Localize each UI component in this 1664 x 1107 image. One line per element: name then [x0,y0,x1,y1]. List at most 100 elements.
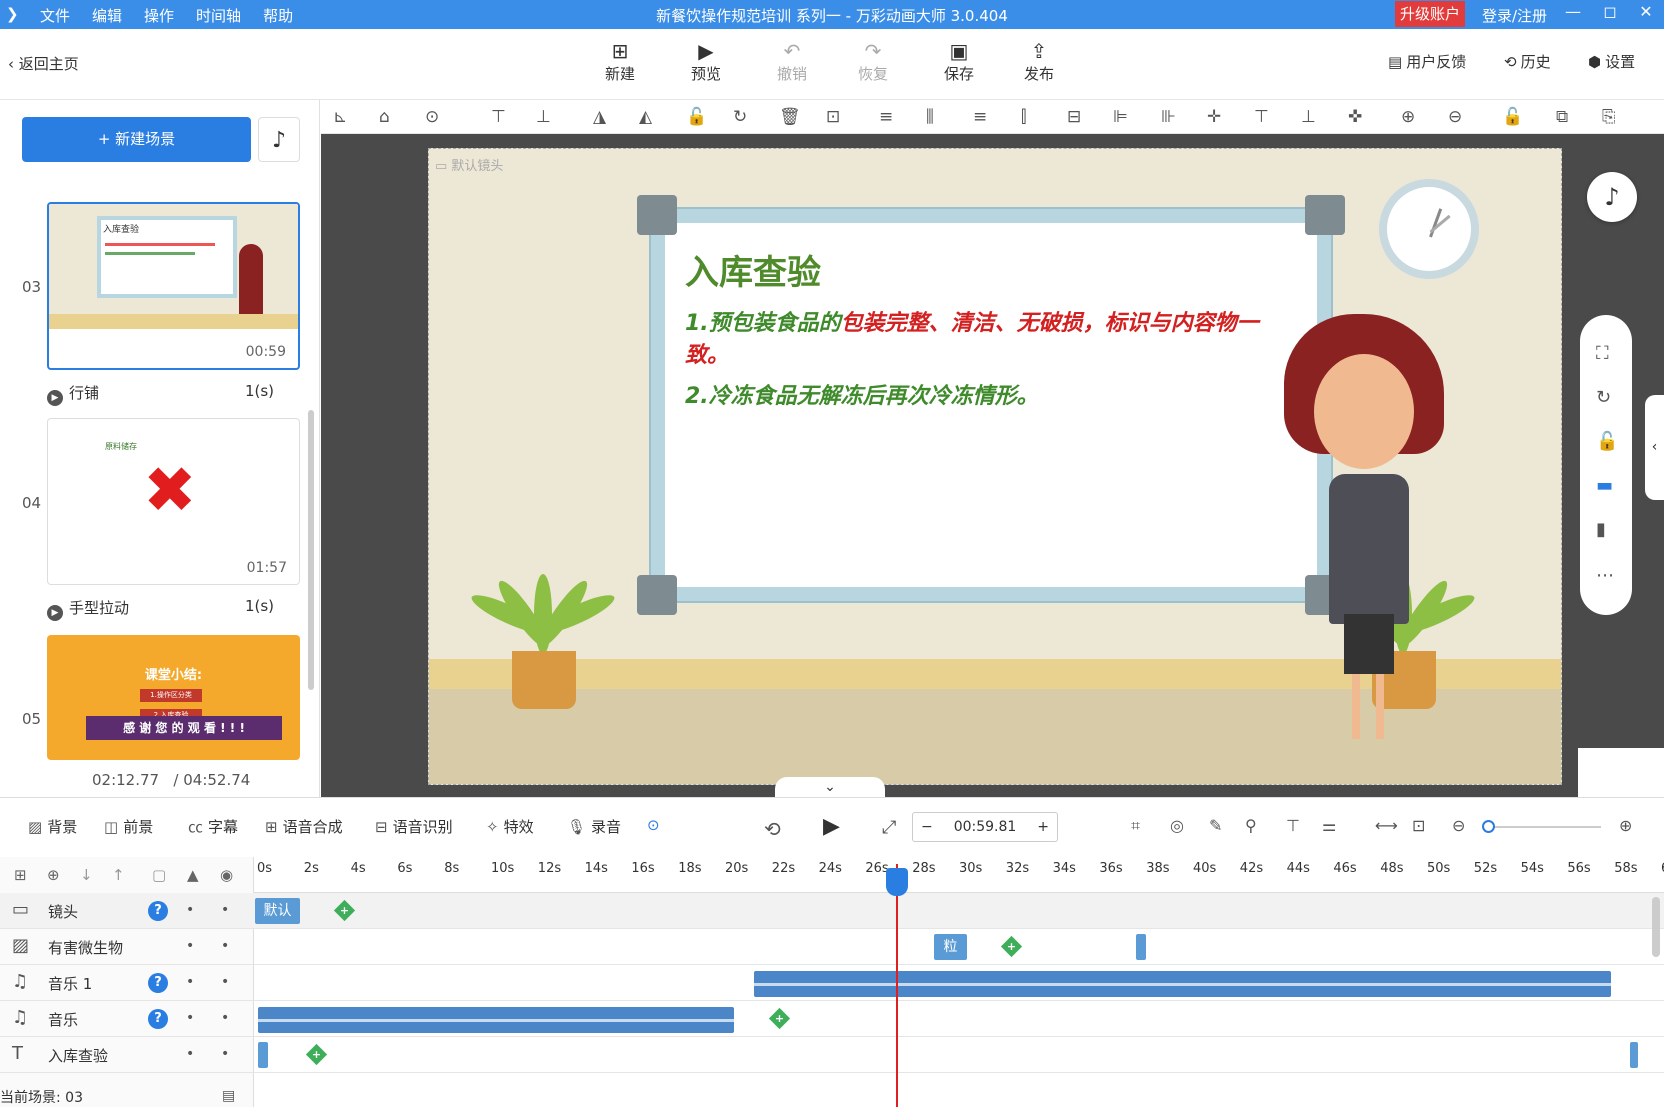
add-keyframe-icon[interactable]: + [1000,935,1023,958]
expand-icon[interactable]: ⤢ [882,817,896,838]
stage[interactable]: ▭ 默认镜头 入库查验 1.预包装食品的包装完整、清洁、无破损，标识与内容物一致… [428,148,1562,785]
new-button[interactable]: ⊞ 新建 [590,39,650,84]
lock-dot[interactable]: • [221,938,229,954]
character-teacher[interactable] [1284,314,1454,744]
visibility-dot[interactable]: • [186,902,194,918]
eye-icon[interactable]: ◉ [220,866,233,884]
lock-dot[interactable]: • [221,902,229,918]
zoom-in-icon[interactable]: ⊕ [1619,816,1632,835]
align-left-icon[interactable]: ≡ [879,107,893,127]
whiteboard[interactable]: 入库查验 1.预包装食品的包装完整、清洁、无破损，标识与内容物一致。 2.冷冻食… [637,195,1345,615]
foreground-tool[interactable]: ◫ 前景 [104,816,153,837]
subtitle-tool[interactable]: ㏄字幕 [188,816,238,837]
lock-icon[interactable]: ▲ [187,866,199,884]
time-input[interactable]: − 00:59.81 + [912,812,1058,842]
lock-icon[interactable]: 🔓 [1596,431,1618,452]
fit-width-icon[interactable]: ⟷ [1375,816,1398,835]
chevron-down-icon[interactable]: ⌄ [775,777,885,797]
add-folder-icon[interactable]: ⊞ [14,866,27,884]
copy-icon[interactable]: ⧉ [1556,107,1568,127]
visibility-dot[interactable]: • [186,938,194,954]
fit-icon[interactable]: ⊡ [826,107,840,127]
play-icon[interactable]: ▶ [823,814,840,839]
adjust-icon[interactable]: ⚌ [1322,816,1336,835]
phone-icon[interactable]: ▮ [1596,519,1606,540]
track-row[interactable]: ♫ 音乐 1 ? • • [0,965,1664,1001]
scene-thumbnail-03[interactable]: 入库查验 00:59 [47,202,300,370]
align-top-icon[interactable]: ⊥ [536,107,551,127]
home-icon[interactable]: ⌂ [379,107,390,127]
add-track-icon[interactable]: ⊕ [47,866,60,884]
stage-line2[interactable]: 2.冷冻食品无解冻后再次冷冻情形。 [685,378,1039,410]
rotate-screen-icon[interactable]: ↻ [1596,387,1611,408]
menu-edit[interactable]: 编辑 [92,5,122,26]
tts-tool[interactable]: ⊞ 语音合成 [265,816,343,837]
background-tool[interactable]: ▨ 背景 [28,816,77,837]
maximize-icon[interactable]: ◻ [1598,2,1622,21]
scene-transition[interactable]: ▶ 手型拉动 1(s) [47,597,300,621]
trash-icon[interactable]: ▢ [152,866,166,884]
add-keyframe-icon[interactable]: + [305,1043,328,1066]
align-center-icon[interactable]: ⫼ [926,107,934,127]
edit-icon[interactable]: ✎ [1209,816,1222,835]
music-note-icon[interactable]: ♪ [1587,172,1637,222]
help-icon[interactable]: ? [148,1009,168,1029]
monitor-icon[interactable]: ▬ [1596,475,1613,496]
menu-timeline[interactable]: 时间轴 [196,5,241,26]
record-tool[interactable]: 🎙 录音 [567,816,621,837]
effect-clip-end[interactable] [1136,934,1146,960]
upgrade-button[interactable]: 升级账户 [1395,1,1465,27]
track-row[interactable]: ♫ 音乐 ? • • + [0,1001,1664,1037]
effects-tool[interactable]: ✧ 特效 [486,816,534,837]
stage-heading[interactable]: 入库查验 [685,245,821,294]
wall-clock[interactable] [1379,179,1479,279]
scene-thumbnail-04[interactable]: 原料储存 ✖ 01:57 [47,418,300,585]
undo-button[interactable]: ↶ 撤销 [762,39,822,84]
menu-operate[interactable]: 操作 [144,5,174,26]
track-row[interactable]: T 入库查验 • • + [0,1037,1664,1073]
preview-button[interactable]: ▶ 预览 [676,39,736,84]
zoom-slider-handle[interactable] [1482,820,1495,833]
distribute-v-icon[interactable]: ⊟ [1067,107,1081,127]
text-clip-end[interactable] [1630,1042,1638,1068]
camera-frame-icon[interactable]: ⌗ [1131,816,1140,836]
zoom-out-icon[interactable]: ⊖ [1448,107,1462,127]
effect-clip[interactable]: 粒 [934,934,967,960]
add-keyframe-icon[interactable]: + [333,899,356,922]
help-icon[interactable]: ? [148,973,168,993]
flip-vertical-icon[interactable]: ◭ [639,107,652,127]
note-icon[interactable]: ▤ [222,1088,235,1104]
tracks-scrollbar[interactable] [1652,897,1660,957]
zoom-out-icon[interactable]: ⊖ [1452,816,1465,835]
visibility-dot[interactable]: • [186,1010,194,1026]
time-ruler[interactable]: 0s 2s 4s 6s 8s 10s 12s 14s 16s 18s 20s 22s 24s 26s 28s… [254,857,1664,893]
asr-tool[interactable]: ⊟ 语音识别 [375,816,453,837]
align-right-icon[interactable]: ≡ [973,107,987,127]
zoom-slider[interactable] [1487,826,1601,828]
audio-waveform[interactable] [258,1007,734,1033]
text-filter-icon[interactable]: ⊤ [1286,816,1300,835]
move-up-icon[interactable]: ↑ [112,866,125,884]
snapshot-icon[interactable]: ◎ [1170,816,1184,835]
align-bottom-edge-icon[interactable]: ⊥ [1301,107,1316,127]
track-row[interactable]: ▭ 镜头 ? • • 默认 + [0,893,1664,929]
flip-horizontal-icon[interactable]: ◮ [593,107,606,127]
scene-thumbnail-05[interactable]: 课堂小结: 1.操作区分类 2.入库查验 感 谢 您 的 观 看 ! ! ! [47,635,300,760]
lock-dot[interactable]: • [221,1046,229,1062]
settings-button[interactable]: ⬢ 设置 [1588,51,1635,72]
audio-waveform[interactable] [754,971,1611,997]
fullscreen-icon[interactable]: ⛶ [1596,343,1609,364]
replay-icon[interactable]: ⟲ [764,817,781,841]
new-scene-button[interactable]: + 新建场景 [22,117,251,162]
scene-transition[interactable]: ▶ 行铺 1(s) [47,382,300,406]
more-tools-icon[interactable]: ⊙ [647,816,660,834]
actual-size-icon[interactable]: ⊡ [1412,816,1425,835]
zoom-in-icon[interactable]: ⊕ [1401,107,1415,127]
playhead-handle[interactable] [886,868,908,896]
minimize-icon[interactable]: — [1561,2,1585,21]
rotate-icon[interactable]: ↻ [733,107,747,127]
login-link[interactable]: 登录/注册 [1482,5,1547,26]
feedback-button[interactable]: ▤ 用户反馈 [1388,51,1466,72]
minimap[interactable] [1578,748,1664,797]
menu-help[interactable]: 帮助 [263,5,293,26]
